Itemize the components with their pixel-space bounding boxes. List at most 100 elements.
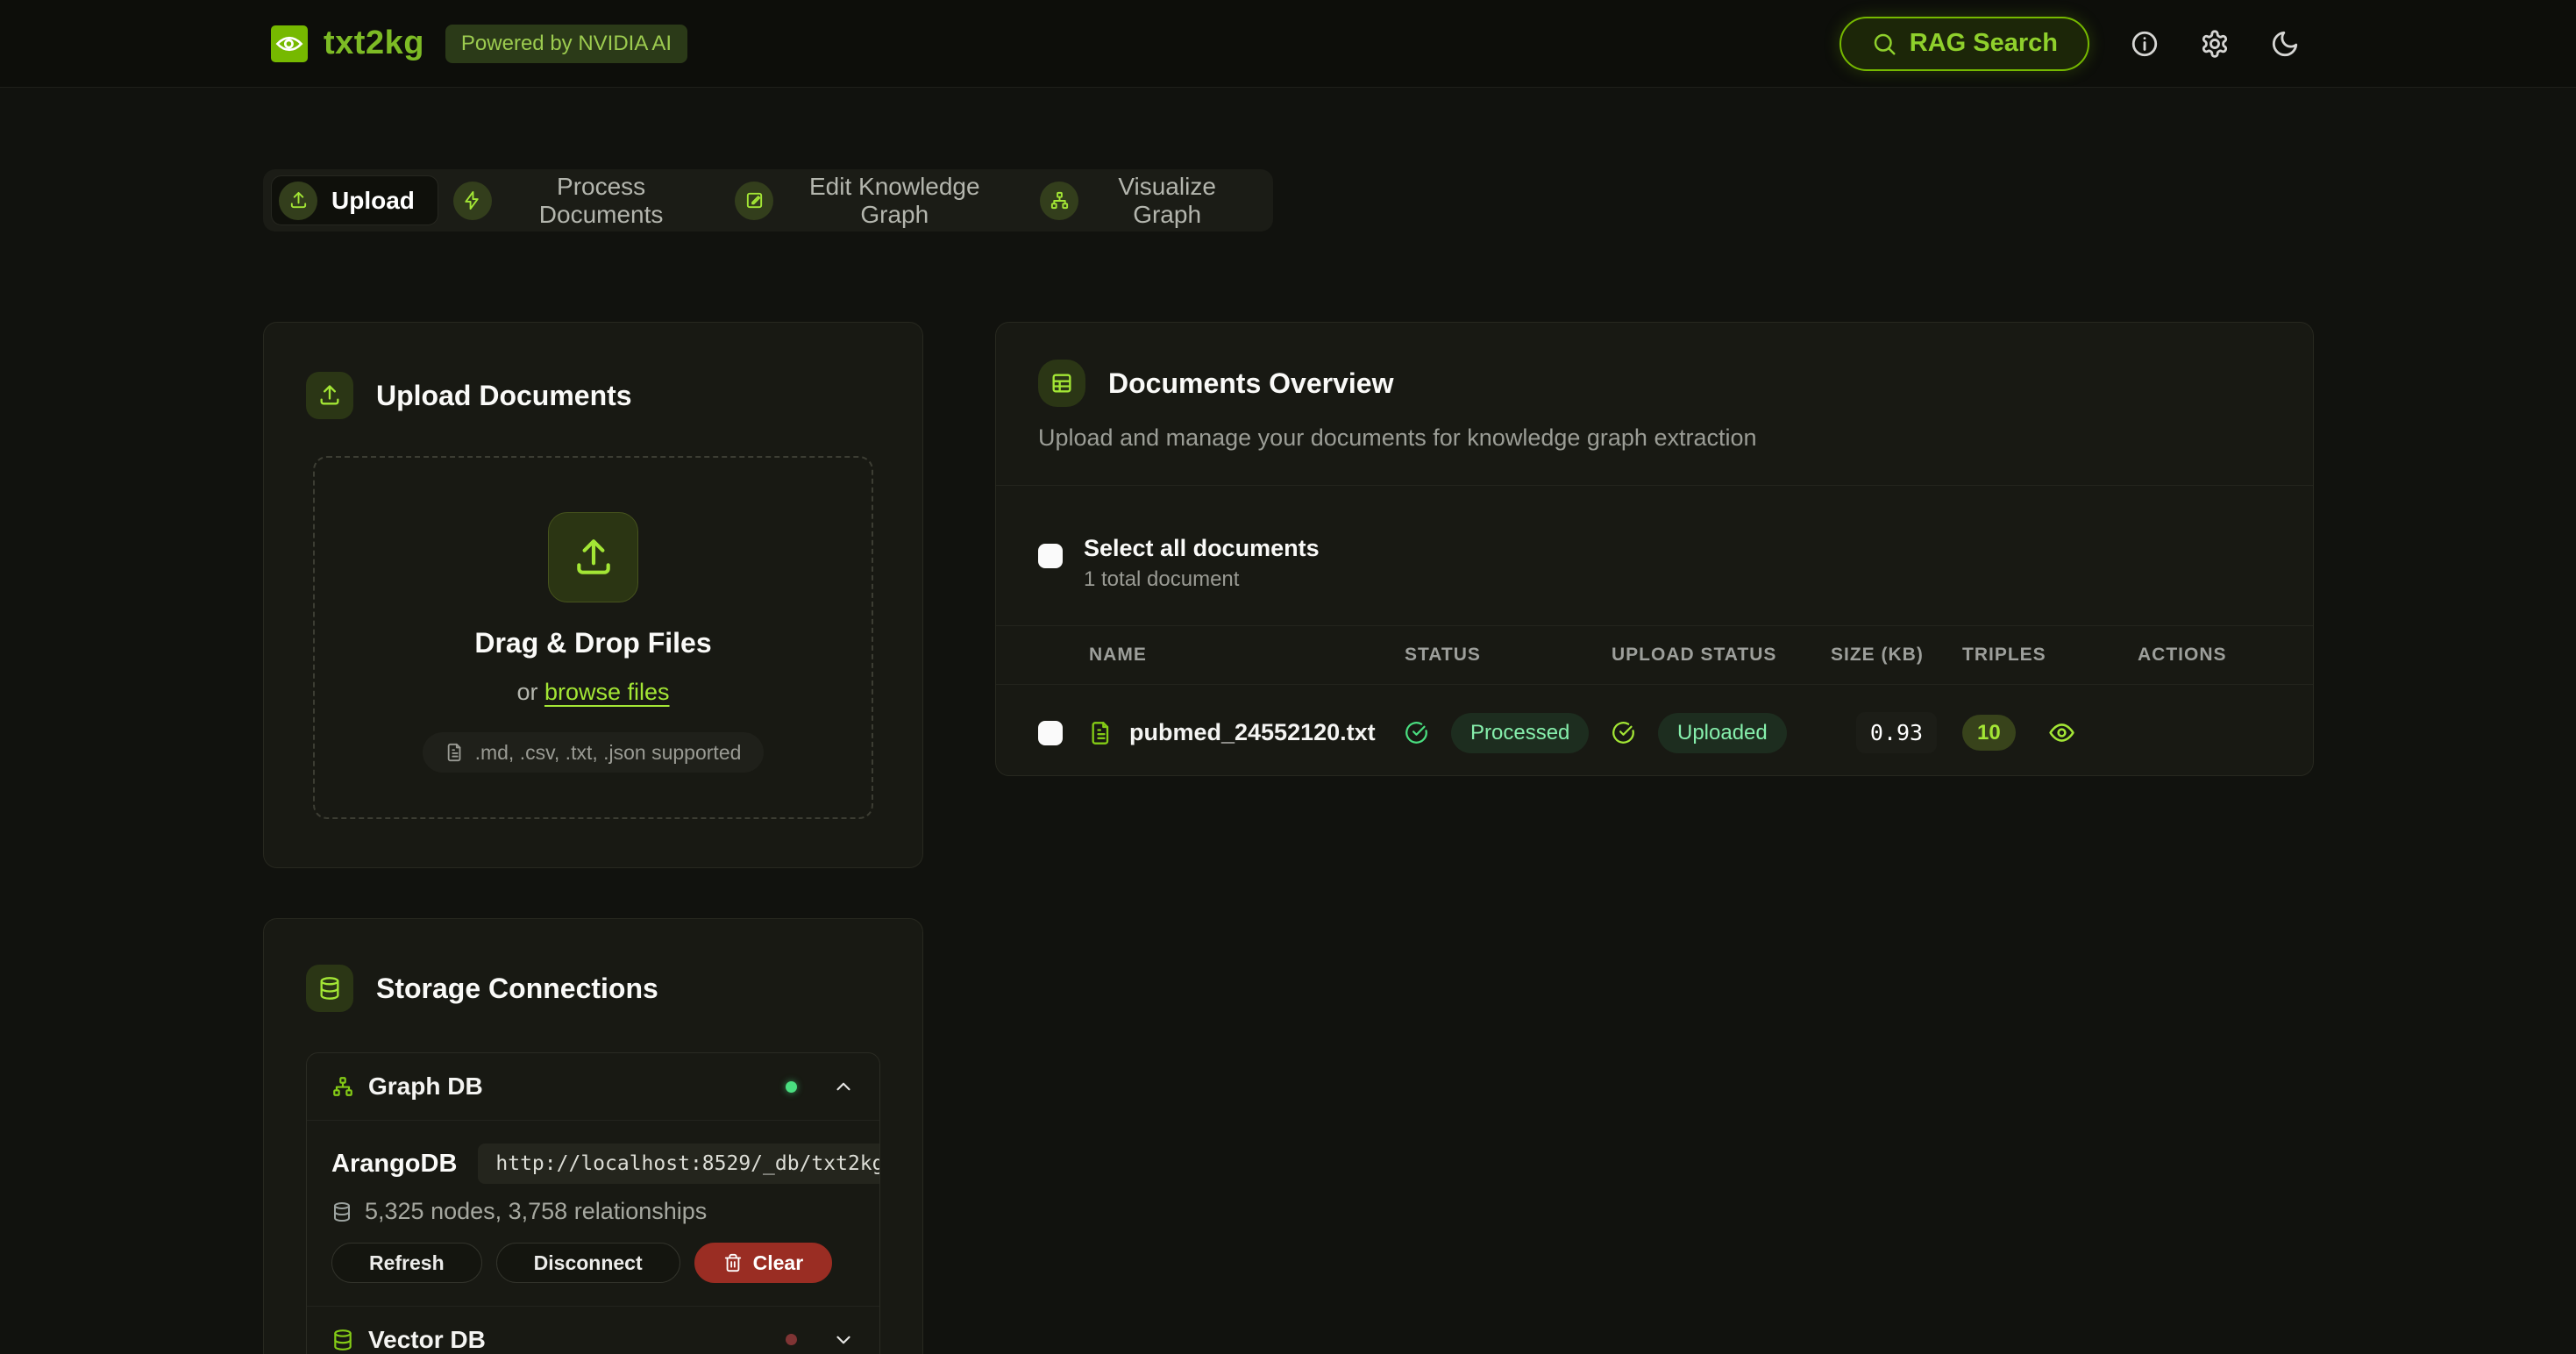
tab-bar: Upload Process Documents Edit Knowledge … xyxy=(263,169,1273,232)
table-header-row: NAME STATUS UPLOAD STATUS SIZE (KB) TRIP… xyxy=(996,625,2313,685)
tab-process-documents-label: Process Documents xyxy=(506,173,696,229)
vector-db-row[interactable]: Vector DB xyxy=(307,1306,879,1354)
status-badge: Processed xyxy=(1451,713,1589,753)
view-document-button[interactable] xyxy=(2048,719,2075,746)
or-label: or xyxy=(516,679,544,705)
tab-visualize-graph[interactable]: Visualize Graph xyxy=(1033,176,1264,224)
graph-network-icon xyxy=(331,1075,354,1098)
header-brand: txt2kg Powered by NVIDIA AI xyxy=(271,25,687,63)
search-icon xyxy=(1871,31,1897,57)
connection-url: http://localhost:8529/_db/txt2kg xyxy=(478,1144,880,1184)
column-status: STATUS xyxy=(1405,645,1612,666)
info-button[interactable] xyxy=(2130,29,2160,59)
tab-upload-label: Upload xyxy=(331,187,415,215)
select-all-checkbox[interactable] xyxy=(1038,544,1063,568)
eye-icon xyxy=(2048,719,2075,746)
chevron-down-icon[interactable] xyxy=(832,1329,855,1351)
app-header: txt2kg Powered by NVIDIA AI RAG Search xyxy=(0,0,2576,88)
storage-card-header: Storage Connections xyxy=(306,965,880,1012)
graph-db-label: Graph DB xyxy=(368,1073,483,1101)
tab-visualize-graph-label: Visualize Graph xyxy=(1092,173,1242,229)
page: txt2kg Powered by NVIDIA AI RAG Search xyxy=(0,0,2576,1354)
upload-icon xyxy=(548,512,638,602)
dark-mode-toggle[interactable] xyxy=(2270,29,2300,59)
graph-db-row[interactable]: Graph DB xyxy=(307,1053,879,1120)
row-checkbox-cell xyxy=(1038,721,1089,745)
triples-count-badge: 10 xyxy=(1962,715,2016,751)
total-documents-label: 1 total document xyxy=(1084,567,1320,592)
upload-card-title: Upload Documents xyxy=(376,380,632,412)
divider xyxy=(996,485,2313,486)
vector-db-right xyxy=(786,1329,855,1351)
settings-button[interactable] xyxy=(2200,29,2230,59)
graph-stats-label: 5,325 nodes, 3,758 relationships xyxy=(365,1198,707,1225)
row-checkbox[interactable] xyxy=(1038,721,1063,745)
row-triples-cell: 10 xyxy=(1962,721,2103,745)
gear-icon xyxy=(2200,29,2230,59)
dropzone-title: Drag & Drop Files xyxy=(474,627,711,659)
file-text-icon xyxy=(1089,721,1114,745)
database-icon xyxy=(306,965,353,1012)
graph-db-right xyxy=(786,1075,855,1098)
app-title: txt2kg xyxy=(324,25,424,62)
column-actions: ACTIONS xyxy=(2103,645,2271,666)
storage-card-title: Storage Connections xyxy=(376,973,658,1005)
clear-button[interactable]: Clear xyxy=(694,1243,833,1283)
dropzone[interactable]: Drag & Drop Files or browse files .md, .… xyxy=(313,456,873,819)
column-size: SIZE (KB) xyxy=(1831,645,1962,666)
graph-stats-row: 5,325 nodes, 3,758 relationships xyxy=(331,1198,855,1225)
powered-by-badge: Powered by NVIDIA AI xyxy=(445,25,687,63)
row-actions-cell xyxy=(2103,719,2271,746)
graph-db-body: ArangoDB http://localhost:8529/_db/txt2k… xyxy=(307,1120,879,1306)
trash-icon xyxy=(723,1253,743,1272)
upload-card-header: Upload Documents xyxy=(306,372,880,419)
zap-icon xyxy=(453,182,492,220)
disconnected-status-dot xyxy=(786,1334,797,1345)
tab-upload[interactable]: Upload xyxy=(272,176,438,224)
size-value: 0.93 xyxy=(1856,712,1937,753)
row-name-cell: pubmed_24552120.txt xyxy=(1089,719,1405,746)
row-size-cell: 0.93 xyxy=(1831,712,1962,753)
row-status-cell: Processed xyxy=(1405,713,1612,753)
storage-panel: Graph DB ArangoDB http://localhost:8529/… xyxy=(306,1052,880,1354)
tab-edit-knowledge-graph[interactable]: Edit Knowledge Graph xyxy=(728,176,1024,224)
check-circle-icon xyxy=(1405,721,1428,745)
upload-icon xyxy=(279,182,317,220)
documents-card-subtitle: Upload and manage your documents for kno… xyxy=(1038,424,2271,452)
browse-files-link[interactable]: browse files xyxy=(544,679,670,705)
column-triples: TRIPLES xyxy=(1962,645,2103,666)
vector-db-left: Vector DB xyxy=(331,1326,486,1354)
clear-button-label: Clear xyxy=(753,1251,804,1275)
nvidia-logo-icon xyxy=(271,25,308,62)
chevron-up-icon[interactable] xyxy=(832,1075,855,1098)
provider-row: ArangoDB http://localhost:8529/_db/txt2k… xyxy=(331,1144,855,1184)
disconnect-button[interactable]: Disconnect xyxy=(496,1243,680,1283)
documents-card-title: Documents Overview xyxy=(1108,367,1393,400)
provider-name: ArangoDB xyxy=(331,1150,457,1179)
rag-search-label: RAG Search xyxy=(1910,29,2058,58)
network-graph-icon xyxy=(1040,182,1078,220)
graph-db-actions: Refresh Disconnect Clear xyxy=(331,1243,855,1283)
database-icon xyxy=(331,1329,354,1351)
documents-overview-card: Documents Overview Upload and manage you… xyxy=(995,322,2314,776)
select-all-label: Select all documents xyxy=(1084,535,1320,562)
refresh-button[interactable]: Refresh xyxy=(331,1243,482,1283)
upload-icon xyxy=(306,372,353,419)
vector-db-label: Vector DB xyxy=(368,1326,486,1354)
database-icon xyxy=(331,1201,352,1222)
select-all-row: Select all documents 1 total document xyxy=(1038,535,2271,592)
select-all-labels: Select all documents 1 total document xyxy=(1084,535,1320,592)
upload-status-badge: Uploaded xyxy=(1658,713,1787,753)
check-circle-icon xyxy=(1612,721,1635,745)
storage-connections-card: Storage Connections Graph DB xyxy=(263,918,923,1354)
table-row: pubmed_24552120.txt Processed Uploaded 0… xyxy=(996,685,2313,776)
header-actions: RAG Search xyxy=(1839,17,2300,71)
moon-icon xyxy=(2270,29,2300,59)
edit-square-icon xyxy=(735,182,773,220)
column-upload-status: UPLOAD STATUS xyxy=(1612,645,1831,666)
dropzone-subtitle: or browse files xyxy=(516,679,669,706)
row-upload-status-cell: Uploaded xyxy=(1612,713,1831,753)
tab-process-documents[interactable]: Process Documents xyxy=(446,176,719,224)
rag-search-button[interactable]: RAG Search xyxy=(1839,17,2089,71)
supported-formats-label: .md, .csv, .txt, .json supported xyxy=(475,741,742,765)
